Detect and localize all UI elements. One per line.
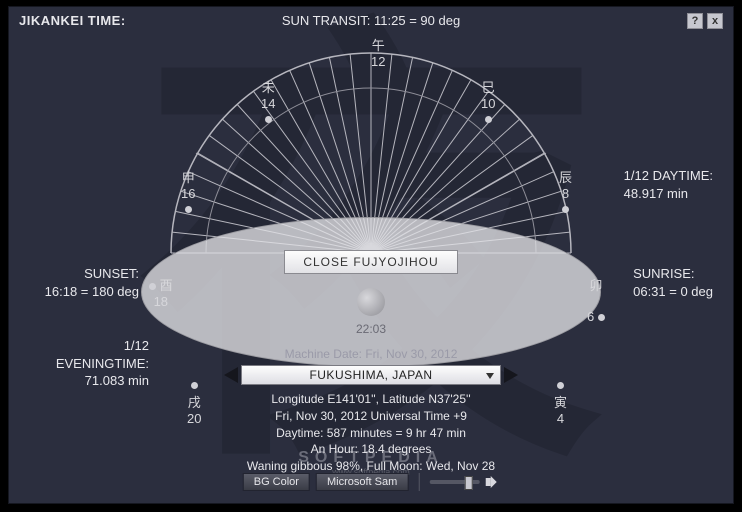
fujyojihou-panel: CLOSE FUJYOJIHOU 22:03 (141, 217, 601, 367)
sunrise-title: SUNRISE: (633, 266, 694, 281)
info-panel: Machine Date: Fri, Nov 30, 2012 FUKUSHIM… (206, 347, 536, 475)
eveningtime-title: 1/12 EVENINGTIME: (56, 338, 149, 371)
sunrise-value: 06:31 = 0 deg (633, 284, 713, 299)
close-icon[interactable]: x (707, 13, 723, 29)
sunset-title: SUNSET: (84, 266, 139, 281)
info-line: Daytime: 587 minutes = 9 hr 47 min (206, 425, 536, 442)
info-line: An Hour: 18.4 degrees (206, 441, 536, 458)
close-fujyojihou-button[interactable]: CLOSE FUJYOJIHOU (284, 250, 457, 274)
hour-14-num: 14 (261, 96, 275, 111)
hour-4-char: 寅 (554, 392, 567, 411)
current-time: 22:03 (356, 322, 386, 336)
sunset-value: 16:18 = 180 deg (45, 284, 139, 299)
hour-10-char: 巳 (481, 77, 495, 96)
location-select[interactable]: FUKUSHIMA, JAPAN (241, 365, 501, 385)
hour-16-num: 16 (181, 186, 195, 201)
info-line: Longitude E141'01'', Latitude N37'25'' (206, 391, 536, 408)
daytime-title: 1/12 DAYTIME: (624, 168, 713, 183)
hour-12-num: 12 (371, 54, 385, 69)
hour-4-num: 4 (557, 411, 564, 426)
hour-20-char: 戌 (187, 392, 201, 411)
speaker-icon[interactable] (485, 476, 499, 488)
hour-8-num: 8 (562, 186, 569, 201)
daytime-value: 48.917 min (624, 186, 688, 201)
hour-14-char: 未 (261, 77, 275, 96)
hour-18-num: 18 (154, 294, 168, 309)
info-line: Fri, Nov 30, 2012 Universal Time +9 (206, 408, 536, 425)
hour-6-char: 卯 (587, 275, 605, 294)
moon-icon (357, 288, 385, 316)
hour-18-char: 酉 (160, 278, 173, 293)
hour-20-num: 20 (187, 411, 201, 426)
help-icon[interactable]: ? (687, 13, 703, 29)
sun-transit: SUN TRANSIT: 11:25 = 90 deg (282, 13, 460, 28)
voice-button[interactable]: Microsoft Sam (316, 473, 408, 491)
hour-10-num: 10 (481, 96, 495, 111)
app-title: JIKANKEI TIME: (19, 13, 126, 29)
location-selected: FUKUSHIMA, JAPAN (309, 368, 432, 382)
machine-date: Machine Date: Fri, Nov 30, 2012 (206, 347, 536, 361)
hour-16-char: 申 (181, 167, 195, 186)
hour-6-num: 6 (587, 309, 594, 324)
eveningtime-value: 71.083 min (85, 373, 149, 388)
hour-8-char: 辰 (559, 167, 572, 186)
bg-color-button[interactable]: BG Color (243, 473, 310, 491)
hour-12-char: 午 (371, 35, 385, 54)
volume-slider[interactable] (429, 480, 479, 484)
